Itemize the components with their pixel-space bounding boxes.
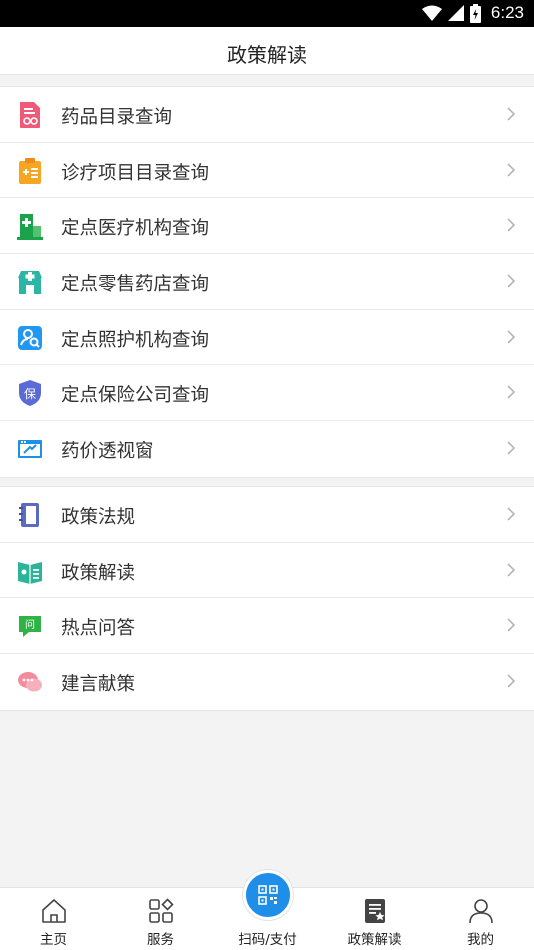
chevron-right-icon: [507, 674, 516, 688]
menu-item-label: 定点照护机构查询: [61, 329, 210, 351]
user-icon: [468, 899, 493, 924]
wifi-icon: [421, 5, 442, 21]
tab-scan-pay[interactable]: 扫码/支付: [214, 870, 321, 950]
signal-icon: [447, 5, 464, 21]
svg-text:问: 问: [25, 618, 35, 631]
menu-item-hospital[interactable]: 定点医疗机构查询: [0, 198, 534, 255]
menu-item-treatment-catalog[interactable]: 诊疗项目目录查询: [0, 143, 534, 199]
status-bar: 6:23: [0, 0, 534, 27]
chevron-right-icon: [507, 107, 516, 121]
chevron-right-icon: [507, 618, 516, 632]
menu-item-label: 诊疗项目目录查询: [61, 162, 210, 184]
query-menu-list: 药品目录查询 诊疗项目目录查询 定点医疗机构查询 定点零售药店查询 定点照护机构…: [0, 86, 534, 478]
menu-item-label: 定点保险公司查询: [61, 385, 210, 407]
menu-item-price-window[interactable]: 药价透视窗: [0, 421, 534, 477]
menu-item-label: 定点医疗机构查询: [61, 218, 210, 240]
care-institution-icon: [18, 325, 42, 350]
chevron-right-icon: [507, 441, 516, 455]
chevron-right-icon: [507, 330, 516, 344]
page-header: 政策解读: [0, 27, 534, 75]
menu-item-label: 药品目录查询: [61, 107, 173, 128]
chevron-right-icon: [507, 385, 516, 400]
chevron-right-icon: [507, 163, 516, 177]
battery-icon: [469, 3, 481, 23]
policy-book-icon: [18, 561, 42, 584]
regulation-book-icon: [19, 503, 39, 527]
tab-home[interactable]: 主页: [0, 888, 107, 950]
menu-item-label: 热点问答: [61, 618, 136, 640]
menu-item-drug-catalog[interactable]: 药品目录查询: [0, 87, 534, 143]
suggestion-chat-icon: [18, 672, 42, 692]
tab-label: 扫码/支付: [238, 932, 297, 948]
menu-item-label: 政策解读: [61, 562, 136, 584]
menu-item-care-institution[interactable]: 定点照护机构查询: [0, 310, 534, 366]
menu-item-regulations[interactable]: 政策法规: [0, 487, 534, 543]
menu-item-label: 药价透视窗: [61, 441, 154, 463]
policy-menu-list: 政策法规 政策解读 问 热点问答 建言献策: [0, 486, 534, 711]
tab-label: 我的: [467, 932, 494, 948]
menu-item-pharmacy[interactable]: 定点零售药店查询: [0, 254, 534, 310]
menu-item-suggestions[interactable]: 建言献策: [0, 654, 534, 710]
svg-text:保: 保: [24, 387, 36, 401]
insurance-shield-icon: 保: [19, 380, 41, 407]
services-grid-icon: [148, 898, 174, 923]
treatment-catalog-icon: [19, 157, 41, 184]
qr-code-icon: [257, 885, 278, 905]
menu-item-label: 定点零售药店查询: [61, 274, 210, 296]
page-title: 政策解读: [227, 43, 307, 67]
hospital-icon: [17, 214, 43, 241]
tab-label: 服务: [147, 932, 174, 948]
home-icon: [41, 899, 66, 923]
drug-catalog-icon: [20, 102, 40, 128]
chevron-right-icon: [507, 274, 516, 288]
tab-policy[interactable]: 政策解读: [321, 888, 428, 950]
chevron-right-icon: [507, 563, 516, 577]
chevron-right-icon: [507, 507, 516, 521]
policy-doc-icon: [364, 899, 385, 923]
menu-item-hot-qa[interactable]: 问 热点问答: [0, 598, 534, 655]
chevron-right-icon: [507, 218, 516, 232]
pharmacy-icon: [18, 271, 42, 295]
tab-label: 主页: [40, 932, 67, 948]
menu-item-policy-interpretation[interactable]: 政策解读: [0, 543, 534, 599]
menu-item-label: 建言献策: [61, 674, 136, 696]
qa-chat-icon: 问: [19, 616, 41, 638]
tab-services[interactable]: 服务: [107, 888, 214, 950]
tab-profile[interactable]: 我的: [427, 888, 534, 950]
tab-label: 政策解读: [347, 932, 402, 948]
menu-item-insurance[interactable]: 保 定点保险公司查询: [0, 365, 534, 422]
clock-time: 6:23: [490, 3, 524, 22]
menu-item-label: 政策法规: [61, 507, 136, 528]
price-window-icon: [18, 440, 42, 459]
scan-pay-button[interactable]: [242, 870, 293, 920]
bottom-tab-bar: 主页 服务 扫码/支付 政策解读 我的: [0, 870, 534, 950]
